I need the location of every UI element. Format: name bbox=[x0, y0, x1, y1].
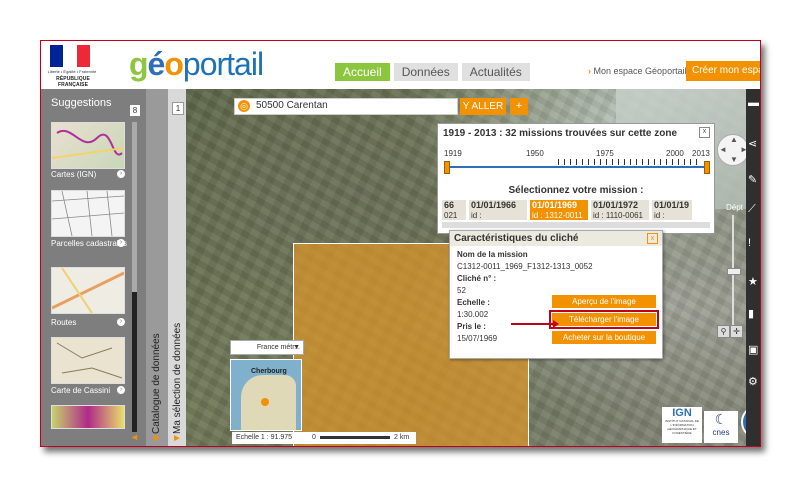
close-icon[interactable]: x bbox=[699, 127, 710, 138]
plus-button[interactable]: + bbox=[510, 98, 528, 115]
popup-title: Caractéristiques du cliché bbox=[454, 233, 579, 244]
parcelles-arrow-icon[interactable]: › bbox=[117, 239, 125, 247]
cnes-logo[interactable]: ☾ cnes bbox=[704, 411, 738, 443]
flag-text: RÉPUBLIQUE FRANÇAISE bbox=[56, 76, 90, 88]
right-toolbar: ▬ ⋖ ✎ ⟋ ! ★ ▮ ▣ ⚙ bbox=[746, 89, 760, 446]
label-cassini: Carte de Cassini bbox=[51, 386, 111, 395]
tab-ma-selection[interactable]: Ma sélection de données bbox=[168, 89, 186, 446]
map-view[interactable]: ◎ 50500 Carentan Y ALLER + 1919 - 2013 :… bbox=[186, 89, 760, 446]
timeline-ticks bbox=[558, 159, 698, 165]
mission-name-value: C1312-0011_1969_F1312-1313_0052 bbox=[457, 262, 593, 271]
zoom-search-icon[interactable]: ⚲ bbox=[717, 325, 730, 338]
mission-card-selected[interactable]: 01/01/1969 id : 1312-0011 bbox=[530, 200, 588, 220]
measure-icon[interactable]: ⟋ bbox=[748, 203, 756, 216]
suggestions-title: Suggestions bbox=[51, 97, 112, 109]
thumb-cartes-ign[interactable] bbox=[51, 122, 125, 169]
label-routes: Routes bbox=[51, 318, 77, 327]
republique-francaise-logo: Liberté • Égalité • Fraternité RÉPUBLIQU… bbox=[47, 45, 97, 88]
date-value: 15/07/1969 bbox=[457, 334, 498, 343]
cliche-popup: Caractéristiques du cliché x Nom de la m… bbox=[449, 230, 663, 359]
geoportail-logo[interactable]: géoportail bbox=[129, 47, 264, 81]
gear-icon[interactable]: ⚙ bbox=[748, 375, 758, 388]
buy-shop-button[interactable]: Acheter sur la boutique bbox=[552, 331, 656, 344]
ign-logo[interactable]: IGN INSTITUT NATIONAL DE L'INFORMATION GÉ… bbox=[662, 407, 702, 443]
tab-accueil[interactable]: Accueil bbox=[335, 63, 390, 81]
label-parcelles: Parcelles cadastrales bbox=[51, 239, 128, 248]
edit-icon[interactable]: ✎ bbox=[748, 173, 757, 186]
cliche-value: 52 bbox=[457, 286, 466, 295]
zoom-handle[interactable] bbox=[727, 268, 741, 275]
cliche-label: Cliché n° : bbox=[457, 274, 497, 283]
create-space-button[interactable]: Créer mon espa bbox=[686, 61, 760, 81]
tab-catalogue[interactable]: Catalogue de données bbox=[146, 89, 168, 446]
tab-donnees[interactable]: Données bbox=[393, 63, 458, 81]
mission-card[interactable]: 01/01/19id : 93PHC bbox=[652, 200, 692, 220]
chevron-down-icon: ▼ bbox=[293, 344, 300, 351]
print-icon[interactable]: ▬ bbox=[748, 97, 759, 109]
scale-label: Echelle : bbox=[457, 298, 490, 307]
timeline-slider[interactable] bbox=[448, 166, 704, 168]
timeline-years: 1919 1950 1975 2000 2013 bbox=[444, 149, 710, 158]
mission-cards: 66021 01/01/1966id : 94PHQ4941 01/01/196… bbox=[442, 200, 712, 220]
cartes-arrow-icon[interactable]: › bbox=[117, 170, 125, 178]
suggestions-scrollbar[interactable] bbox=[132, 122, 137, 432]
mission-card[interactable]: 01/01/1972 id : 1110-0061 bbox=[591, 200, 649, 220]
screenshot-frame: Liberté • Égalité • Fraternité RÉPUBLIQU… bbox=[40, 40, 761, 447]
top-header: Liberté • Égalité • Fraternité RÉPUBLIQU… bbox=[41, 41, 760, 89]
timeline-end-handle[interactable] bbox=[704, 161, 710, 174]
share-icon[interactable]: ⋖ bbox=[748, 137, 757, 150]
target-icon: ◎ bbox=[238, 100, 250, 112]
preview-image-button[interactable]: Aperçu de l'image bbox=[552, 295, 656, 308]
date-label: Pris le : bbox=[457, 322, 486, 331]
image-icon[interactable]: ▣ bbox=[748, 343, 758, 356]
left-arrow-icon[interactable]: ◄ bbox=[130, 432, 139, 442]
search-input[interactable]: ◎ 50500 Carentan bbox=[234, 98, 458, 115]
main-nav: Accueil Données Actualités bbox=[335, 63, 530, 81]
flag-motto: Liberté • Égalité • Fraternité bbox=[47, 69, 97, 74]
timeline-start-handle[interactable] bbox=[444, 161, 450, 174]
pan-control[interactable]: ▲ ◄ ► ▼ bbox=[717, 134, 749, 166]
minimap[interactable]: Cherbourg bbox=[230, 359, 302, 431]
scale-bar: Echelle 1 : 91.975 0 2 km bbox=[232, 432, 416, 444]
missions-title: 1919 - 2013 : 32 missions trouvées sur c… bbox=[443, 128, 677, 139]
selection-count: 1 bbox=[172, 102, 184, 115]
thumb-routes[interactable] bbox=[51, 267, 125, 314]
minimap-select[interactable]: France métr... ▼ bbox=[230, 340, 304, 355]
layers-icon[interactable]: ▮ bbox=[748, 307, 754, 320]
download-image-button[interactable]: Télécharger l'image bbox=[549, 310, 659, 329]
info-icon[interactable]: ! bbox=[748, 237, 751, 249]
thumb-parcelles[interactable] bbox=[51, 190, 125, 237]
red-arrow-icon bbox=[511, 320, 559, 328]
mission-name-label: Nom de la mission bbox=[457, 250, 528, 259]
popup-close-icon[interactable]: x bbox=[647, 233, 658, 244]
catalog-expand-icon[interactable]: ► bbox=[152, 433, 162, 444]
missions-panel: 1919 - 2013 : 32 missions trouvées sur c… bbox=[437, 123, 715, 234]
mission-cards-scrollbar[interactable] bbox=[442, 222, 710, 228]
select-mission-label: Sélectionnez votre mission : bbox=[508, 185, 644, 196]
star-icon[interactable]: ★ bbox=[748, 275, 758, 288]
routes-arrow-icon[interactable]: › bbox=[117, 318, 125, 326]
location-marker-icon bbox=[261, 398, 269, 406]
tab-actualites[interactable]: Actualités bbox=[461, 63, 530, 81]
go-button[interactable]: Y ALLER bbox=[460, 98, 506, 115]
mission-card[interactable]: 01/01/1966id : 94PHQ4941 bbox=[469, 200, 527, 220]
my-space-link[interactable]: › Mon espace Géoportail bbox=[588, 66, 687, 76]
mission-card[interactable]: 66 021 bbox=[442, 200, 466, 220]
label-cartes-ign: Cartes (IGN) bbox=[51, 170, 97, 179]
cassini-arrow-icon[interactable]: › bbox=[117, 386, 125, 394]
suggestions-panel: Suggestions 8 Cartes (IGN) › Parcelles c… bbox=[41, 89, 146, 446]
scale-value: 1:30.002 bbox=[457, 310, 489, 319]
minimap-city: Cherbourg bbox=[251, 368, 287, 375]
zoom-target-icon[interactable]: ✛ bbox=[730, 325, 743, 338]
dept-label[interactable]: Dépt bbox=[726, 203, 743, 212]
thumb-next[interactable] bbox=[51, 405, 125, 429]
selection-expand-icon[interactable]: ► bbox=[172, 433, 182, 444]
suggestions-count: 8 bbox=[130, 105, 140, 116]
thumb-cassini[interactable] bbox=[51, 337, 125, 384]
